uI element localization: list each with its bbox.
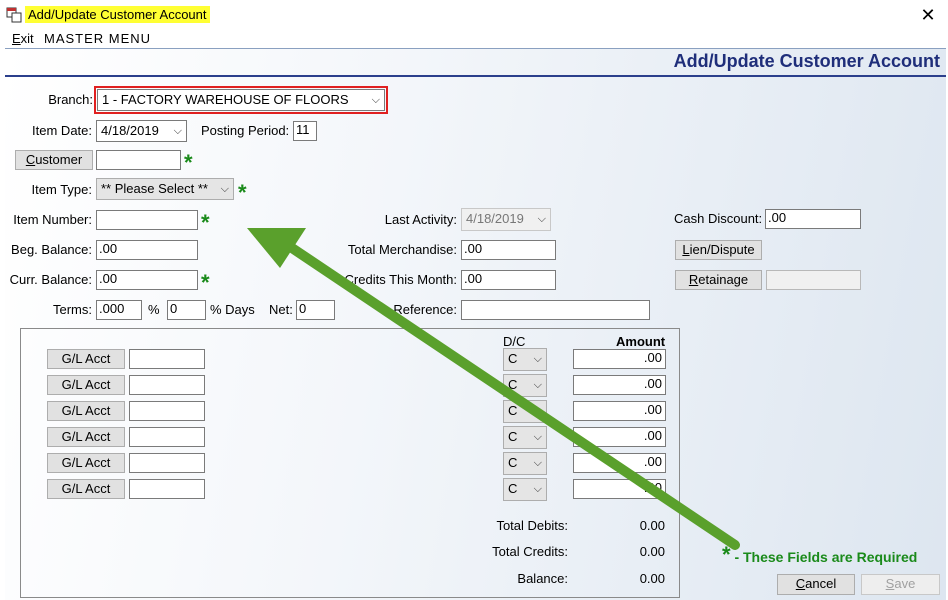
annotation-arrow-icon xyxy=(247,228,740,550)
cancel-button[interactable]: Cancel xyxy=(777,574,855,595)
required-star: * xyxy=(722,542,731,567)
required-note: * - These Fields are Required xyxy=(722,542,918,567)
save-button[interactable]: Save xyxy=(861,574,940,595)
